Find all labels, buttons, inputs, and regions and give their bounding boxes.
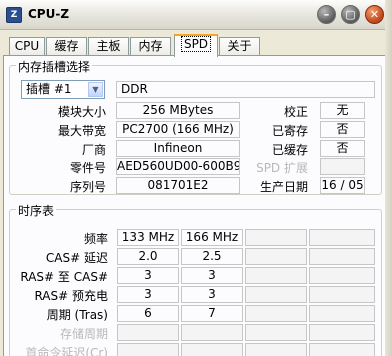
correction-label: 校正 bbox=[283, 105, 308, 119]
title-bar[interactable]: Z CPU-Z – ▢ ✕ bbox=[0, 0, 392, 30]
part-number-value: AED560UD00-600B98X bbox=[116, 158, 240, 175]
manufacturer-value: Infineon bbox=[116, 140, 240, 157]
tab-cache[interactable]: 缓存 bbox=[46, 37, 87, 56]
timing-value-empty bbox=[309, 343, 375, 356]
timing-value-col1 bbox=[117, 343, 179, 356]
timing-value-col2 bbox=[181, 324, 243, 341]
timing-row-label: RAS# 预充电 bbox=[34, 289, 108, 303]
memory-type-field: DDR bbox=[116, 81, 375, 98]
timing-value-col1: 3 bbox=[117, 286, 179, 303]
timings-group-title: 时序表 bbox=[16, 202, 57, 219]
maximize-icon: ▢ bbox=[345, 8, 356, 21]
timing-value-col1: 6 bbox=[117, 305, 179, 322]
slot-select-value: 插槽 #1 bbox=[26, 82, 72, 96]
spd-ext-value bbox=[320, 158, 365, 175]
timing-value-col1: 3 bbox=[117, 267, 179, 284]
timing-value-col2: 3 bbox=[181, 286, 243, 303]
timing-row-label: CAS# 延迟 bbox=[45, 251, 108, 265]
max-bandwidth-label: 最大带宽 bbox=[57, 124, 106, 138]
cpuz-app-icon: Z bbox=[6, 7, 22, 23]
timing-value-empty bbox=[245, 248, 307, 265]
tab-bar: CPU 缓存 主板 内存 SPD 关于 bbox=[0, 34, 392, 57]
timing-value-empty bbox=[309, 267, 375, 284]
timing-value-col1: 133 MHz bbox=[117, 229, 179, 246]
window-edge bbox=[385, 0, 392, 356]
correction-value: 无 bbox=[320, 102, 365, 119]
timing-value-col1: 2.0 bbox=[117, 248, 179, 265]
maximize-button[interactable]: ▢ bbox=[341, 5, 360, 24]
serial-number-label: 序列号 bbox=[69, 180, 106, 194]
slot-group-title: 内存插槽选择 bbox=[16, 58, 93, 75]
minimize-button[interactable]: – bbox=[317, 5, 336, 24]
timing-value-empty bbox=[309, 286, 375, 303]
timing-row-label: RAS# 至 CAS# bbox=[20, 270, 108, 284]
tab-memory[interactable]: 内存 bbox=[130, 37, 171, 56]
tab-cpu[interactable]: CPU bbox=[9, 37, 45, 56]
module-size-value: 256 MBytes bbox=[116, 102, 240, 119]
timing-value-empty bbox=[245, 286, 307, 303]
timing-value-empty bbox=[245, 343, 307, 356]
tab-spd[interactable]: SPD bbox=[174, 34, 218, 57]
timing-value-empty bbox=[309, 324, 375, 341]
timing-value-col2: 7 bbox=[181, 305, 243, 322]
timing-value-empty bbox=[309, 305, 375, 322]
timing-value-empty bbox=[245, 305, 307, 322]
registered-value: 否 bbox=[320, 121, 365, 138]
timing-row-label: 存储周期 bbox=[59, 327, 108, 341]
close-button[interactable]: ✕ bbox=[365, 5, 384, 24]
timing-row-label: 首命令延迟(Cr) bbox=[25, 346, 108, 356]
timing-value-empty bbox=[245, 229, 307, 246]
timing-value-empty bbox=[309, 229, 375, 246]
timing-row-label: 频率 bbox=[83, 232, 108, 246]
timing-value-col2 bbox=[181, 343, 243, 356]
timing-value-empty bbox=[309, 248, 375, 265]
timing-value-col1 bbox=[117, 324, 179, 341]
production-date-value: 16 / 05 bbox=[320, 177, 365, 194]
chevron-down-icon[interactable]: ▼ bbox=[88, 82, 103, 97]
timing-value-empty bbox=[245, 324, 307, 341]
buffered-value: 否 bbox=[320, 140, 365, 157]
spd-ext-label: SPD 扩展 bbox=[256, 161, 308, 175]
tab-mainboard[interactable]: 主板 bbox=[88, 37, 129, 56]
part-number-label: 零件号 bbox=[69, 161, 106, 175]
timing-value-col2: 166 MHz bbox=[181, 229, 243, 246]
buffered-label: 已缓存 bbox=[271, 143, 308, 157]
max-bandwidth-value: PC2700 (166 MHz) bbox=[116, 121, 240, 138]
module-size-label: 模块大小 bbox=[57, 105, 106, 119]
minimize-icon: – bbox=[323, 8, 330, 21]
timing-value-empty bbox=[245, 267, 307, 284]
production-date-label: 生产日期 bbox=[259, 180, 308, 194]
tab-about[interactable]: 关于 bbox=[219, 37, 260, 56]
window-title: CPU-Z bbox=[28, 7, 70, 21]
timing-value-col2: 2.5 bbox=[181, 248, 243, 265]
timing-row-label: 周期 (Tras) bbox=[46, 308, 108, 322]
slot-select[interactable]: 插槽 #1 ▼ bbox=[21, 80, 105, 99]
registered-label: 已寄存 bbox=[271, 124, 308, 138]
manufacturer-label: 厂商 bbox=[81, 143, 106, 157]
timing-value-col2: 3 bbox=[181, 267, 243, 284]
close-icon: ✕ bbox=[369, 8, 380, 21]
serial-number-value: 081701E2 bbox=[116, 177, 240, 194]
